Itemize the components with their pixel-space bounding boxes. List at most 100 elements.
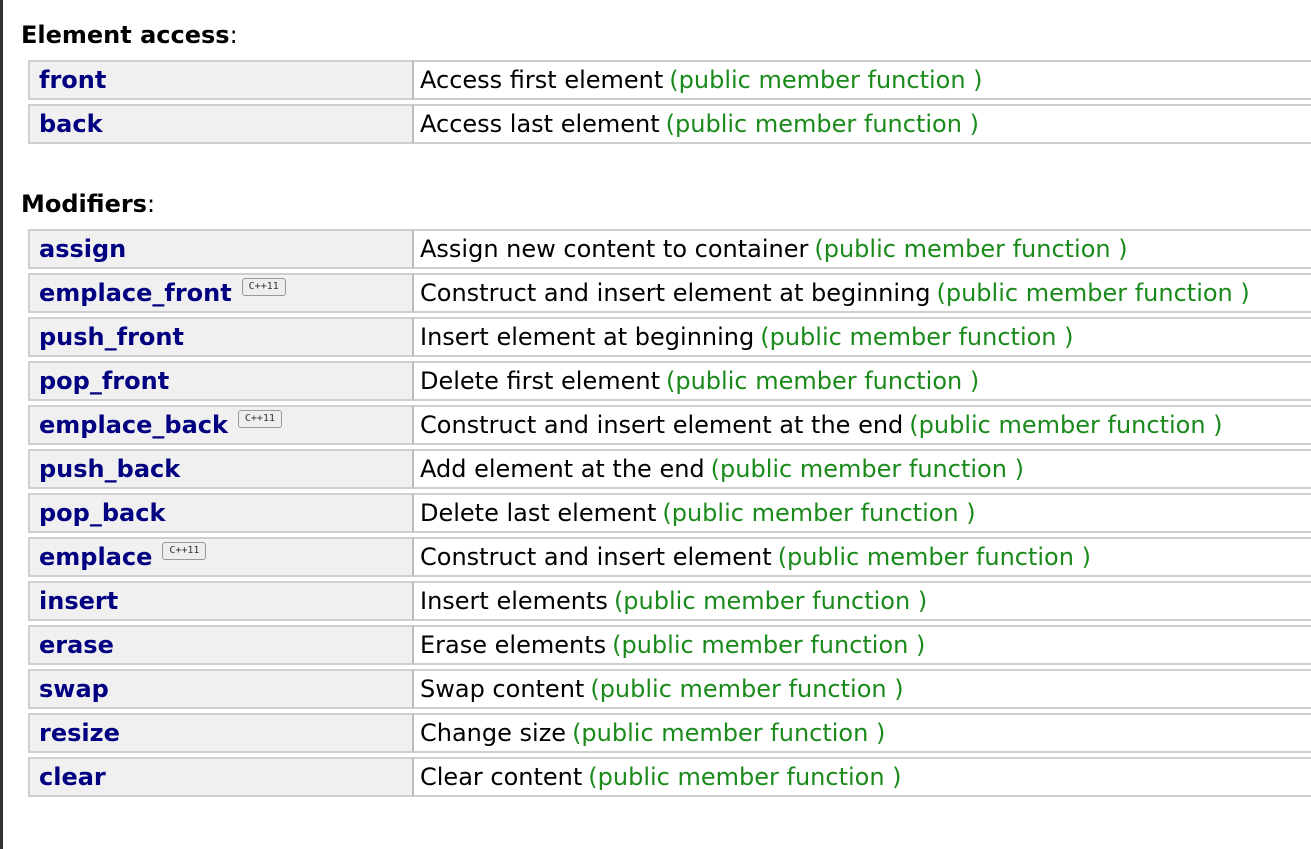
member-name-cell: emplace_back C++11 [28,405,414,445]
member-row-insert: insert Insert elements (public member func… [28,581,1311,621]
member-description: Access first element [420,66,664,94]
modifiers-table: assign Assign new content to container (pu… [28,225,1311,801]
member-link[interactable]: insert [39,587,118,615]
member-description-cell: Construct and insert element at beginnin… [414,273,1311,313]
member-description: Add element at the end [420,455,705,483]
member-description-cell: Construct and insert element (public memb… [414,537,1311,577]
section-title-text: Element access [21,21,230,49]
member-row-assign: assign Assign new content to container (pu… [28,229,1311,269]
member-kind: (public member function ) [613,587,928,615]
member-link[interactable]: pop_back [39,499,165,527]
member-kind: (public member function ) [710,455,1024,483]
cpp11-badge-icon: C++11 [162,542,207,560]
member-name-cell: swap [28,669,414,709]
member-link[interactable]: swap [39,675,109,703]
member-reference-page: Element access: front Access first elemen… [0,0,1311,849]
member-kind: (public member function ) [662,499,976,527]
member-link[interactable]: emplace_back [39,411,228,439]
member-row-front: front Access first element (public member … [28,60,1311,100]
section-title-colon: : [146,190,156,218]
member-description: Access last element [420,110,660,138]
member-name-cell: resize [28,713,414,753]
section-title-element-access: Element access: [21,20,238,50]
member-row-push-front: push_front Insert element at beginning (pu… [28,317,1311,357]
member-description: Assign new content to container [420,235,809,263]
member-link[interactable]: assign [39,235,126,263]
member-name-cell: back [28,104,414,144]
member-description: Erase elements [420,631,607,659]
member-description: Delete first element [420,367,660,395]
member-link[interactable]: back [39,110,103,138]
member-description: Construct and insert element [420,543,772,571]
member-description: Clear content [420,763,583,791]
member-row-emplace-back: emplace_back C++11 Construct and insert el… [28,405,1311,445]
member-name-cell: emplace C++11 [28,537,414,577]
member-row-back: back Access last element (public member fu… [28,104,1311,144]
member-description: Insert element at beginning [420,323,755,351]
member-link[interactable]: emplace_front [39,279,232,307]
member-description: Change size [420,719,567,747]
member-row-push-back: push_back Add element at the end (public m… [28,449,1311,489]
member-name-cell: insert [28,581,414,621]
member-description: Construct and insert element at the end [420,411,904,439]
member-name-cell: push_back [28,449,414,489]
element-access-table-body: front Access first element (public member … [28,60,1311,144]
member-description-cell: Assign new content to container (public m… [414,229,1311,269]
member-description: Swap content [420,675,585,703]
member-kind: (public member function ) [665,367,980,395]
member-kind: (public member function ) [936,279,1250,307]
member-link[interactable]: emplace [39,543,152,571]
member-description-cell: Access last element (public member functi… [414,104,1311,144]
modifiers-table-body: assign Assign new content to container (pu… [28,229,1311,797]
member-description-cell: Insert element at beginning (public membe… [414,317,1311,357]
member-description: Construct and insert element at beginnin… [420,279,931,307]
member-name-cell: assign [28,229,414,269]
member-description-cell: Construct and insert element at the end(… [414,405,1311,445]
member-description-cell: Delete first element (public member funct… [414,361,1311,401]
section-title-modifiers: Modifiers: [21,189,155,219]
member-description-cell: Insert elements (public member function ) [414,581,1311,621]
member-kind: (public member function ) [814,235,1128,263]
member-row-emplace-front: emplace_front C++11 Construct and insert e… [28,273,1311,313]
member-name-cell: pop_front [28,361,414,401]
member-kind: (public member function ) [612,631,926,659]
member-kind: (public member function ) [572,719,886,747]
member-name-cell: clear [28,757,414,797]
member-row-emplace: emplace C++11 Construct and insert element… [28,537,1311,577]
member-row-pop-back: pop_back Delete last element (public membe… [28,493,1311,533]
member-row-erase: erase Erase elements (public member functi… [28,625,1311,665]
member-description-cell: Add element at the end (public member fun… [414,449,1311,489]
member-kind: (public member function ) [760,323,1074,351]
member-row-swap: swap Swap content (public member function … [28,669,1311,709]
member-description-cell: Delete last element (public member functi… [414,493,1311,533]
member-kind: (public member function ) [777,543,1091,571]
member-description-cell: Access first element (public member funct… [414,60,1311,100]
cpp11-badge-icon: C++11 [241,278,286,296]
member-link[interactable]: push_back [39,455,180,483]
section-title-text: Modifiers [21,190,147,218]
member-link[interactable]: front [39,66,106,94]
member-link[interactable]: erase [39,631,114,659]
member-kind: (public member function ) [590,675,904,703]
member-link[interactable]: clear [39,763,106,791]
member-link[interactable]: push_front [39,323,184,351]
member-kind: (public member function ) [665,110,979,138]
member-description-cell: Erase elements (public member function ) [414,625,1311,665]
member-kind: (public member function ) [909,411,1223,439]
member-description-cell: Clear content (public member function ) [414,757,1311,797]
member-name-cell: erase [28,625,414,665]
member-link[interactable]: pop_front [39,367,169,395]
member-link[interactable]: resize [39,719,120,747]
member-description: Delete last element [420,499,657,527]
member-name-cell: push_front [28,317,414,357]
member-row-resize: resize Change size (public member function… [28,713,1311,753]
member-name-cell: pop_back [28,493,414,533]
member-row-pop-front: pop_front Delete first element (public mem… [28,361,1311,401]
member-kind: (public member function ) [669,66,983,94]
element-access-table: front Access first element (public member … [28,56,1311,148]
member-kind: (public member function ) [588,763,902,791]
member-row-clear: clear Clear content (public member functio… [28,757,1311,797]
member-description-cell: Swap content (public member function ) [414,669,1311,709]
cpp11-badge-icon: C++11 [237,410,282,428]
member-name-cell: emplace_front C++11 [28,273,414,313]
